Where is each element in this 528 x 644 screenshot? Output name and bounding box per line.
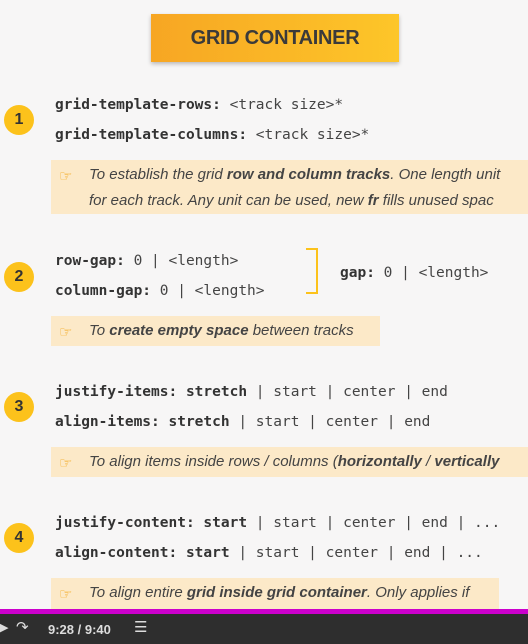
note-text: To align entire grid inside grid contain… [89, 584, 470, 601]
note-text: To create empty space between tracks [89, 322, 354, 339]
pointing-hand-icon: ☞ [59, 168, 73, 185]
next-icon[interactable]: ↷ [16, 618, 29, 636]
code-line: justify-items: stretch | start | center … [55, 384, 448, 400]
code-line-shorthand: gap: 0 | <length> [340, 265, 489, 281]
code-line: align-content: start | start | center | … [55, 545, 483, 561]
note-text: To align items inside rows / columns (ho… [89, 453, 500, 470]
note-box: ☞ To align items inside rows / columns (… [51, 447, 528, 477]
note-box: ☞ To create empty space between tracks [51, 316, 380, 346]
video-time: 9:28 / 9:40 [48, 622, 111, 637]
code-line: column-gap: 0 | <length> [55, 283, 265, 299]
step-number-2: 2 [4, 262, 34, 292]
code-line: align-items: stretch | start | center | … [55, 414, 431, 430]
note-text: for each track. Any unit can be used, ne… [89, 192, 494, 209]
page-title: GRID CONTAINER [151, 14, 399, 62]
pointing-hand-icon: ☞ [59, 586, 73, 603]
step-number-4: 4 [4, 523, 34, 553]
chapters-icon[interactable]: ☰ [134, 618, 147, 636]
note-box: ☞ To establish the grid row and column t… [51, 160, 528, 214]
code-line: row-gap: 0 | <length> [55, 253, 239, 269]
step-number-3: 3 [4, 392, 34, 422]
bracket-divider [306, 248, 318, 294]
note-text: To establish the grid row and column tra… [89, 166, 501, 183]
code-line: grid-template-columns: <track size>* [55, 127, 370, 143]
step-number-1: 1 [4, 105, 34, 135]
play-icon[interactable]: ▶ [0, 618, 9, 636]
pointing-hand-icon: ☞ [59, 324, 73, 341]
pointing-hand-icon: ☞ [59, 455, 73, 472]
code-line: grid-template-rows: <track size>* [55, 97, 344, 113]
code-line: justify-content: start | start | center … [55, 515, 501, 531]
